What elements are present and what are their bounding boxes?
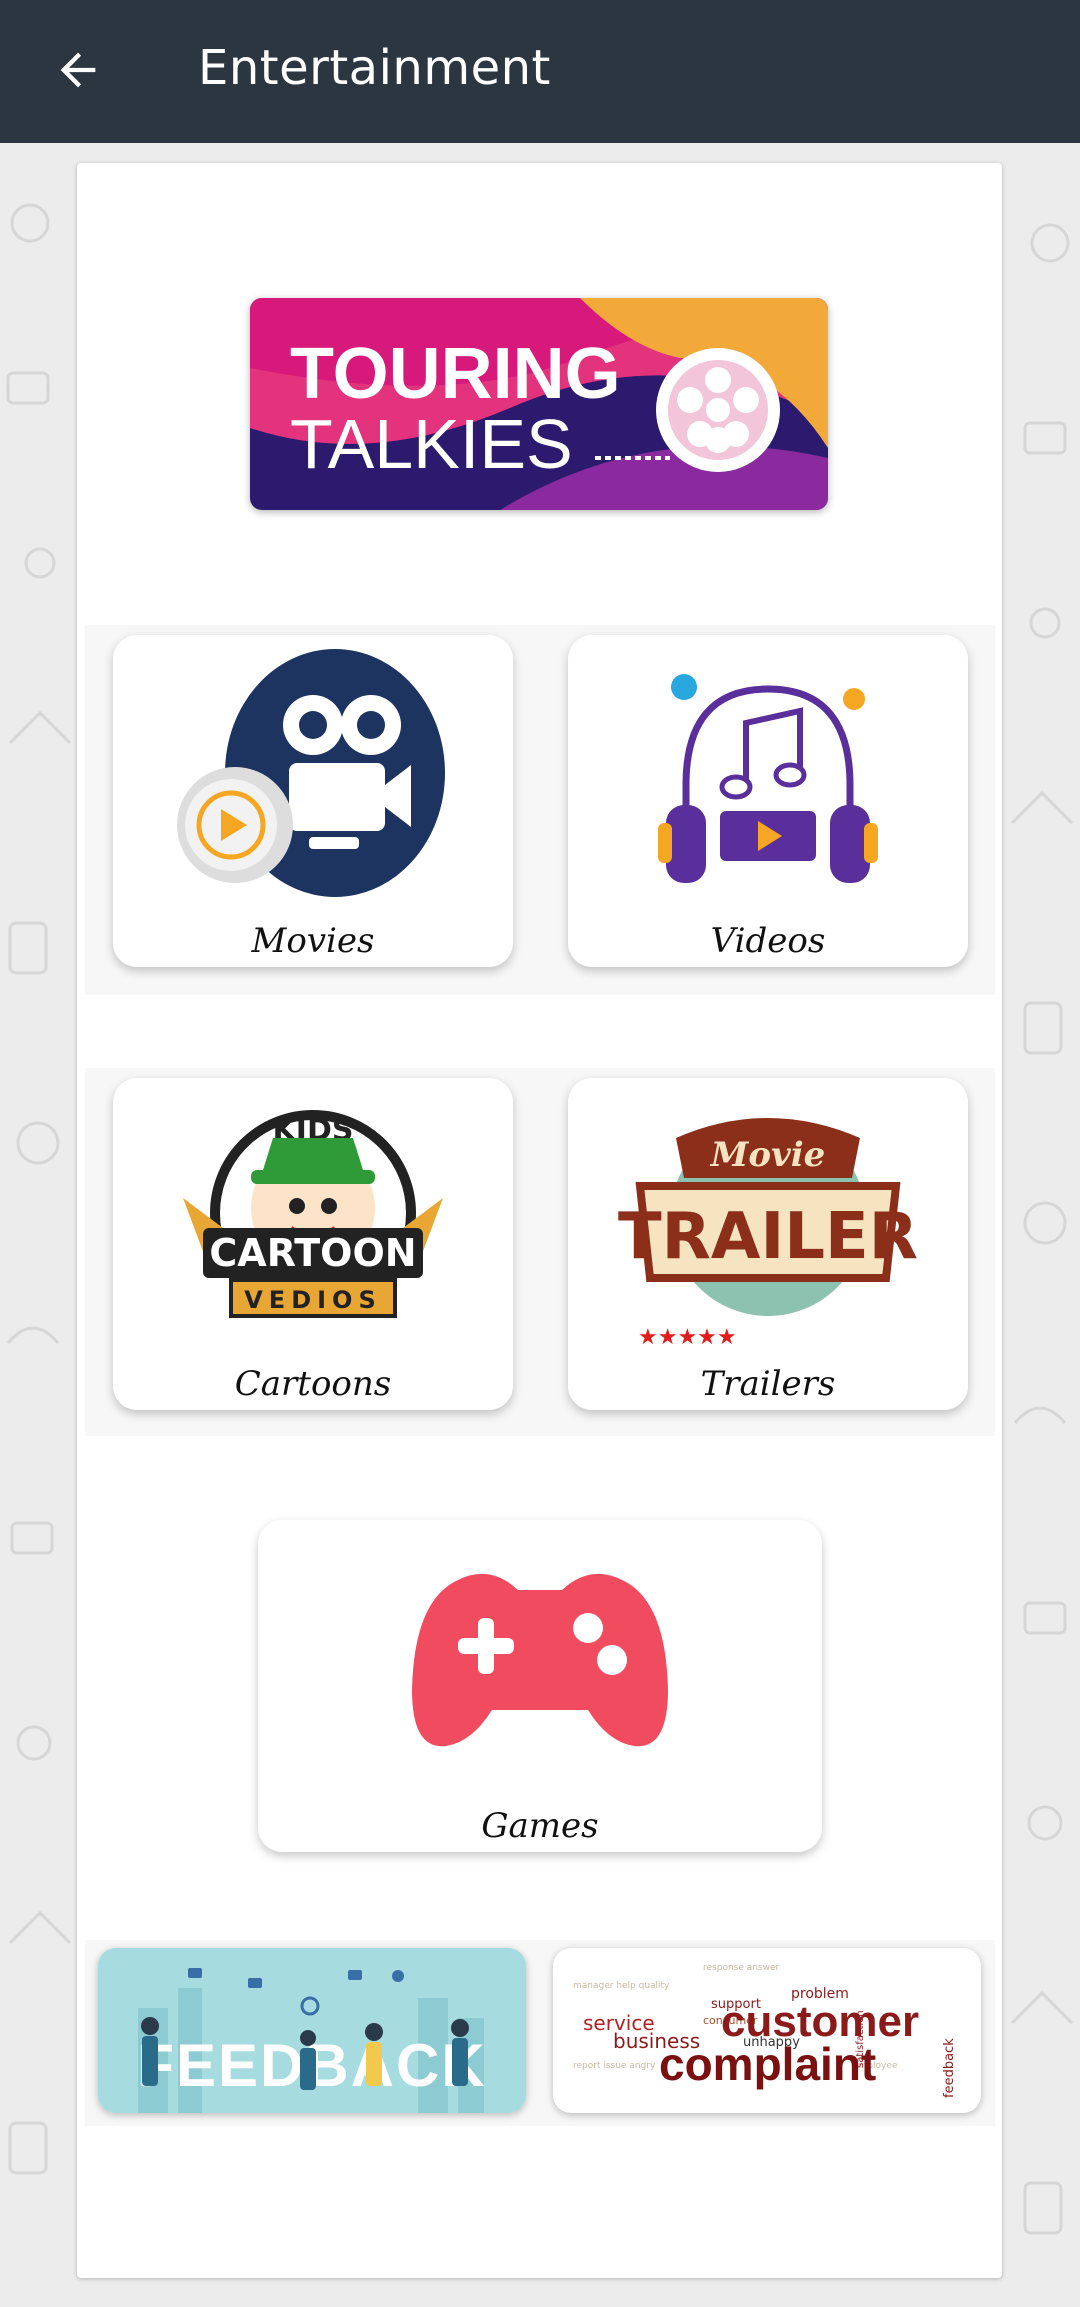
movies-tile[interactable]: Movies — [113, 635, 513, 967]
back-button[interactable] — [38, 30, 118, 110]
svg-text:report issue angry: report issue angry — [573, 2061, 656, 2071]
word-feedback: feedback — [942, 2038, 957, 2098]
cartoon-main-text: CARTOON — [209, 1231, 416, 1275]
videos-tile[interactable]: Videos — [568, 635, 968, 967]
trailer-top-text: Movie — [710, 1135, 826, 1175]
app-bar: Entertainment — [0, 0, 1080, 143]
arrow-left-icon — [60, 52, 96, 88]
trailer-main-text: TRAILER — [618, 1200, 918, 1274]
page-title: Entertainment — [198, 40, 551, 96]
movie-trailer-sign: Movie TRAILER ★★★★★ — [618, 1118, 918, 1350]
word-satisfaction: satisfaction — [855, 2010, 866, 2068]
banner-line1: TOURING — [290, 334, 621, 414]
customer-complaint-banner[interactable]: manager help quality response answer repo… — [553, 1948, 981, 2113]
kids-cartoon-logo: KIDS CARTOON VEDIOS — [183, 1110, 443, 1318]
banner-art: TOURING TALKIES — [250, 298, 828, 510]
trailers-tile[interactable]: Movie TRAILER ★★★★★ Trailers — [568, 1078, 968, 1410]
cartoons-label: Cartoons — [234, 1364, 392, 1404]
svg-text:response answer: response answer — [703, 1963, 780, 1973]
games-tile[interactable]: Games — [258, 1520, 822, 1852]
music-video-headphones-icon — [658, 674, 878, 883]
gamepad-icon — [412, 1573, 668, 1747]
word-complaint: complaint — [659, 2038, 876, 2090]
touring-talkies-banner[interactable]: TOURING TALKIES — [250, 298, 828, 510]
movies-label: Movies — [251, 921, 375, 961]
videos-label: Videos — [710, 921, 826, 961]
cartoons-tile[interactable]: KIDS CARTOON VEDIOS Cartoons — [113, 1078, 513, 1410]
svg-text:★★★★★: ★★★★★ — [638, 1325, 737, 1350]
cartoon-sub-text: VEDIOS — [244, 1286, 382, 1314]
banner-line2: TALKIES — [290, 405, 573, 483]
feedback-banner[interactable]: FEEDBACK — [98, 1948, 526, 2113]
five-stars-icon: ★★★★★ — [638, 1325, 737, 1350]
film-reel-icon — [656, 348, 780, 472]
games-label: Games — [481, 1806, 599, 1846]
complaint-word-cloud: manager help quality response answer repo… — [573, 1963, 957, 2098]
svg-text:manager help quality: manager help quality — [573, 1981, 670, 1991]
trailers-label: Trailers — [700, 1364, 836, 1404]
feedback-art: FEEDBACK — [98, 1948, 526, 2113]
movie-camera-icon — [177, 649, 445, 897]
